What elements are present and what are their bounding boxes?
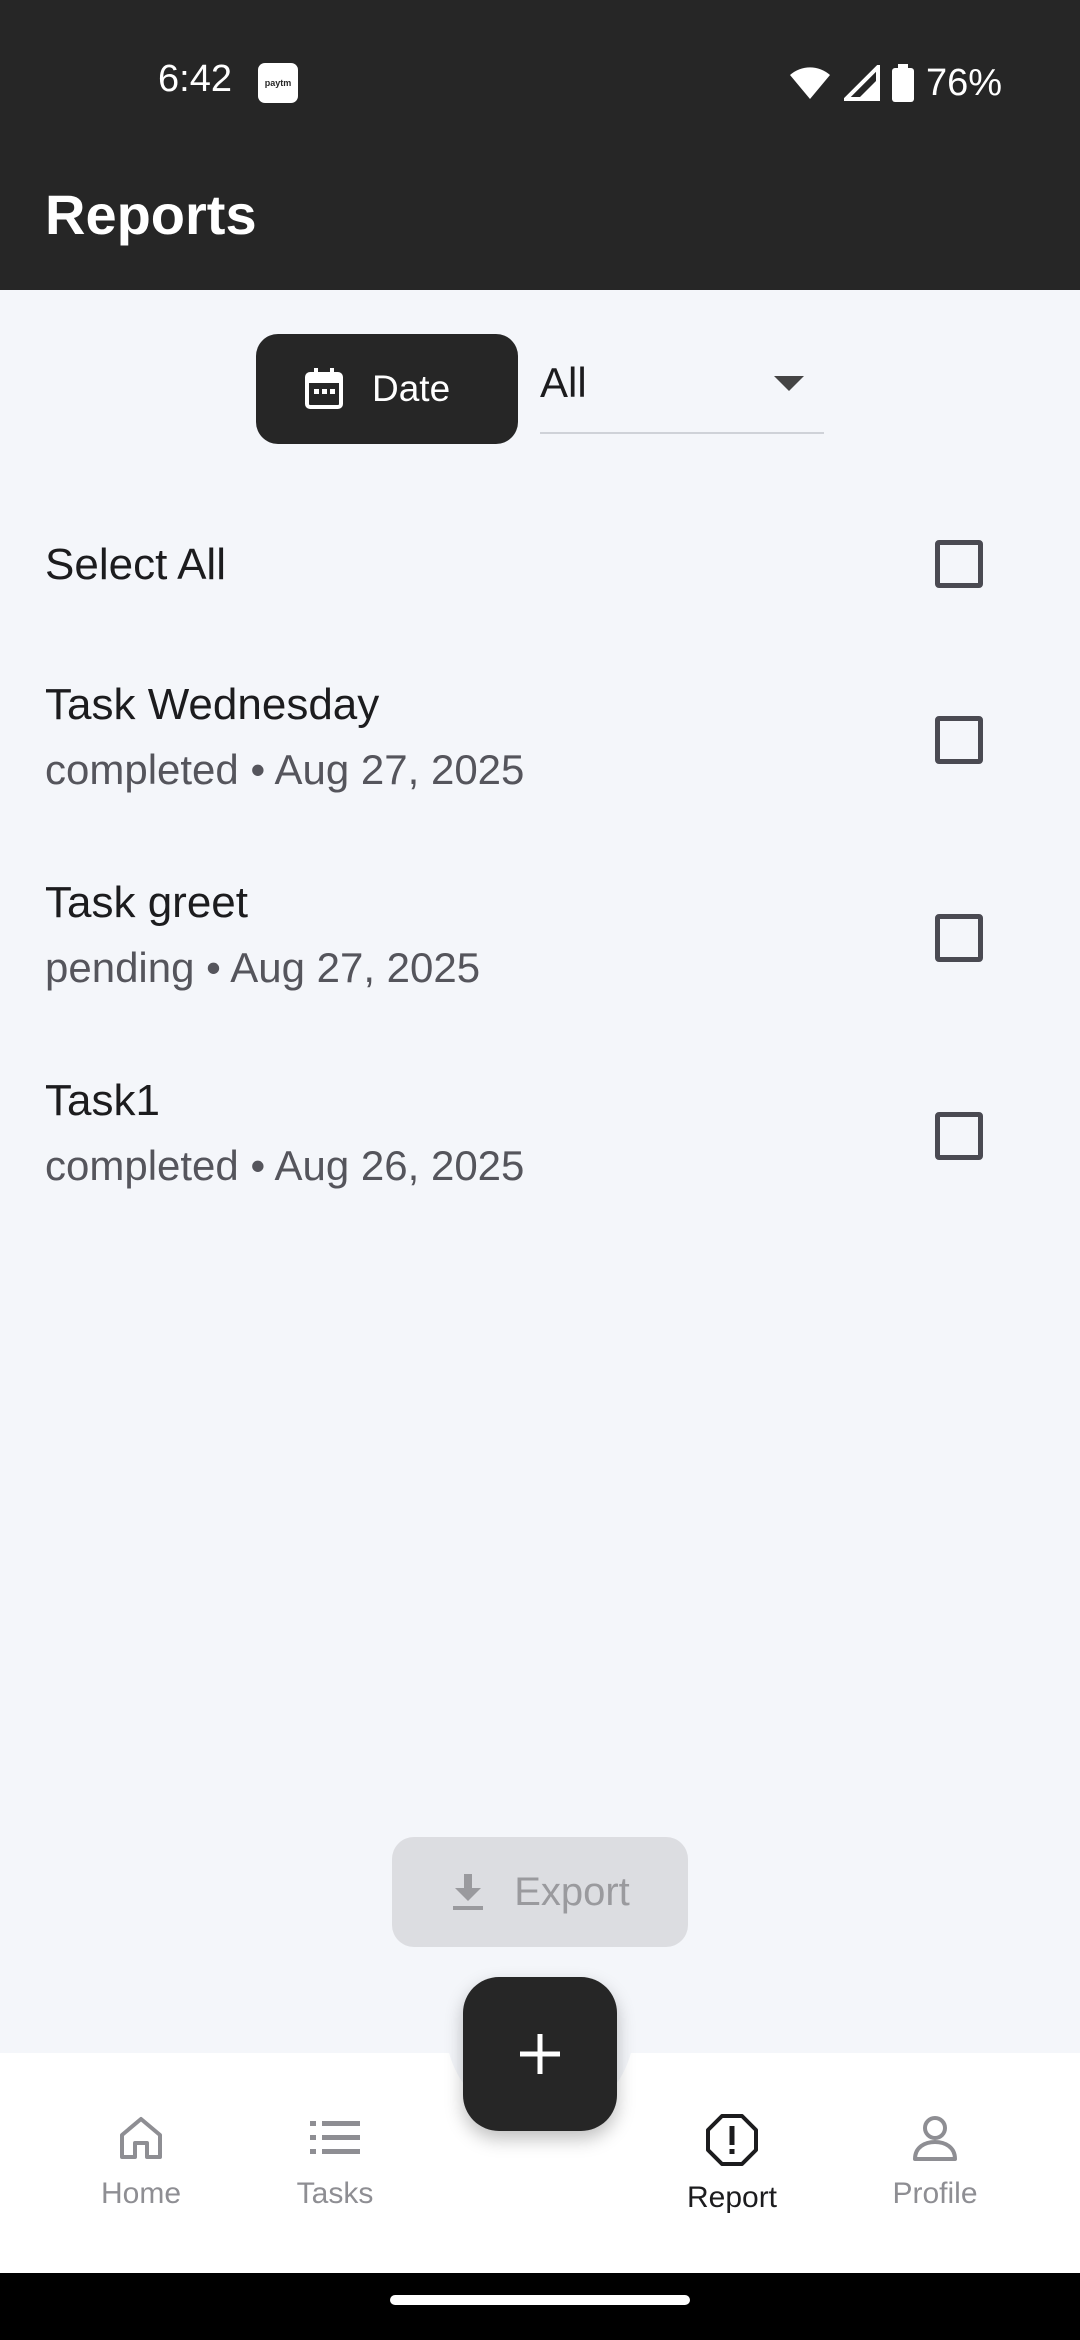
select-all-row[interactable]: Select All xyxy=(0,520,1080,610)
paytm-icon: paytm xyxy=(258,63,298,103)
task-subtitle: completed • Aug 26, 2025 xyxy=(45,1142,525,1189)
battery-icon xyxy=(891,64,914,102)
report-icon xyxy=(706,2114,758,2166)
task-row[interactable]: Task1 completed • Aug 26, 2025 xyxy=(0,1076,1080,1246)
nav-label-profile: Profile xyxy=(892,2177,978,2210)
home-icon xyxy=(120,2117,162,2159)
person-icon xyxy=(913,2116,957,2161)
status-filter-value: All xyxy=(540,359,587,406)
nav-item-report[interactable]: Report xyxy=(642,2113,822,2233)
nav-item-home[interactable]: Home xyxy=(51,2113,231,2233)
status-icons: 76% xyxy=(788,58,1002,108)
list-icon xyxy=(310,2121,360,2154)
nav-label-home: Home xyxy=(100,2177,182,2210)
task-subtitle: completed • Aug 27, 2025 xyxy=(45,746,525,793)
calendar-icon xyxy=(305,368,343,409)
select-all-checkbox[interactable] xyxy=(935,540,983,588)
task-row[interactable]: Task Wednesday completed • Aug 27, 2025 xyxy=(0,680,1080,850)
task-title: Task Wednesday xyxy=(45,680,380,729)
gesture-handle[interactable] xyxy=(390,2295,690,2305)
nav-item-profile[interactable]: Profile xyxy=(845,2113,1025,2233)
dropdown-caret-icon xyxy=(774,375,804,391)
download-icon xyxy=(453,1874,484,1910)
app-bar: 6:42 paytm 76% Reports xyxy=(0,0,1080,290)
task-checkbox[interactable] xyxy=(935,716,983,764)
page-title: Reports xyxy=(45,183,257,246)
task-title: Task1 xyxy=(45,1076,160,1125)
wifi-icon xyxy=(789,67,830,99)
cell-signal-icon xyxy=(843,65,880,101)
date-button-label: Date xyxy=(372,368,451,409)
status-filter-dropdown[interactable]: All xyxy=(540,334,824,434)
plus-icon xyxy=(520,2034,560,2074)
task-title: Task greet xyxy=(45,878,248,927)
task-row[interactable]: Task greet pending • Aug 27, 2025 xyxy=(0,878,1080,1048)
export-label: Export xyxy=(514,1869,630,1914)
filter-row: Date All xyxy=(0,334,1080,444)
select-all-label: Select All xyxy=(45,540,226,589)
task-checkbox[interactable] xyxy=(935,914,983,962)
nav-label-report: Report xyxy=(686,2181,778,2214)
export-button[interactable]: Export xyxy=(392,1837,688,1947)
task-subtitle: pending • Aug 27, 2025 xyxy=(45,944,481,991)
status-bar: 6:42 paytm 76% xyxy=(0,0,1080,165)
battery-percent: 76% xyxy=(925,61,1002,104)
add-task-fab[interactable] xyxy=(463,1977,617,2131)
date-filter-button[interactable]: Date xyxy=(256,334,518,444)
nav-item-tasks[interactable]: Tasks xyxy=(245,2113,425,2233)
system-gesture-area xyxy=(0,2273,1080,2340)
nav-label-tasks: Tasks xyxy=(296,2177,374,2210)
status-time: 6:42 xyxy=(158,58,232,100)
task-checkbox[interactable] xyxy=(935,1112,983,1160)
